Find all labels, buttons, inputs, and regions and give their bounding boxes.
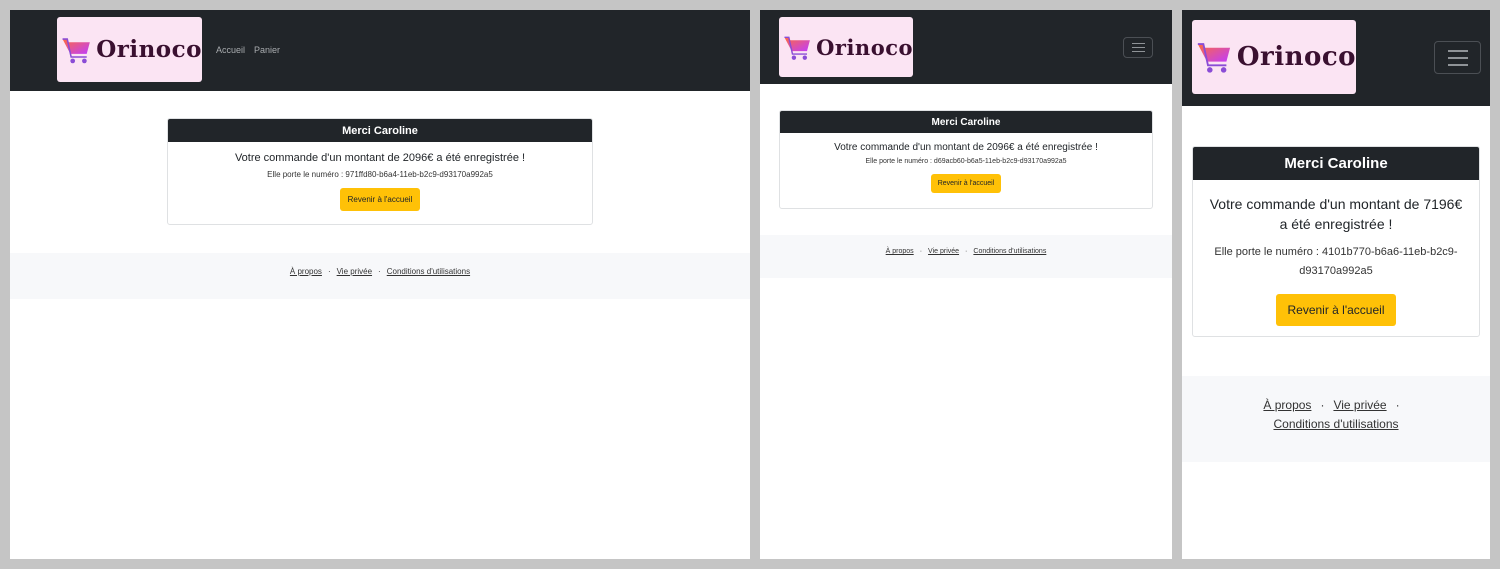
footer-link-a-propos[interactable]: À propos bbox=[290, 267, 322, 276]
footer-link-a-propos[interactable]: À propos bbox=[1263, 396, 1311, 415]
footer-link-a-propos[interactable]: À propos bbox=[886, 248, 914, 255]
order-amount-message: Votre commande d'un montant de 7196€ a é… bbox=[1209, 196, 1463, 232]
navbar: Orinoco bbox=[760, 10, 1172, 84]
footer-link-vie-privee[interactable]: Vie privée bbox=[337, 267, 372, 276]
nav-links: Accueil Panier bbox=[216, 45, 280, 55]
desktop-view: Orinoco Accueil Panier Merci Caroline Vo… bbox=[10, 10, 750, 559]
card-header: Merci Caroline bbox=[1193, 147, 1479, 180]
brand-name: Orinoco bbox=[816, 34, 913, 60]
shopping-cart-icon bbox=[62, 37, 90, 63]
order-confirmation-card: Merci Caroline Votre commande d'un monta… bbox=[779, 110, 1153, 209]
footer: À propos · Vie privée · Conditions d'uti… bbox=[1182, 376, 1490, 462]
brand-logo[interactable]: Orinoco bbox=[779, 17, 913, 77]
navbar: Orinoco Accueil Panier bbox=[10, 10, 750, 91]
order-number: Elle porte le numéro : 4101b770-b6a6-11e… bbox=[1214, 246, 1458, 277]
shopping-cart-icon bbox=[784, 36, 810, 60]
order-number: Elle porte le numéro : d69acb60-b6a5-11e… bbox=[865, 158, 1067, 165]
card-header: Merci Caroline bbox=[780, 111, 1152, 133]
footer-separator: · bbox=[327, 267, 331, 276]
back-home-button[interactable]: Revenir à l'accueil bbox=[930, 174, 1002, 193]
order-confirmation-card: Merci Caroline Votre commande d'un monta… bbox=[167, 118, 593, 225]
footer-link-vie-privee[interactable]: Vie privée bbox=[928, 248, 959, 255]
tablet-view: Orinoco Merci Caroline Votre commande d'… bbox=[760, 10, 1172, 559]
footer-separator: · bbox=[1320, 398, 1325, 412]
hamburger-menu-icon[interactable] bbox=[1434, 41, 1481, 74]
back-home-button[interactable]: Revenir à l'accueil bbox=[1276, 294, 1396, 326]
brand-logo[interactable]: Orinoco bbox=[57, 17, 202, 82]
navbar: Orinoco bbox=[1182, 10, 1490, 106]
brand-name: Orinoco bbox=[96, 36, 202, 63]
card-header: Merci Caroline bbox=[168, 119, 592, 142]
footer: À propos · Vie privée · Conditions d'uti… bbox=[760, 235, 1172, 278]
brand-name: Orinoco bbox=[1236, 42, 1356, 72]
shopping-cart-icon bbox=[1197, 43, 1231, 73]
footer-link-conditions[interactable]: Conditions d'utilisations bbox=[387, 267, 470, 276]
footer: À propos · Vie privée · Conditions d'uti… bbox=[10, 253, 750, 299]
footer-separator: · bbox=[1395, 398, 1400, 412]
order-amount-message: Votre commande d'un montant de 2096€ a é… bbox=[234, 152, 526, 164]
back-home-button[interactable]: Revenir à l'accueil bbox=[339, 188, 421, 211]
brand-logo[interactable]: Orinoco bbox=[1192, 20, 1356, 94]
order-confirmation-card: Merci Caroline Votre commande d'un monta… bbox=[1192, 146, 1480, 337]
footer-link-vie-privee[interactable]: Vie privée bbox=[1333, 396, 1386, 415]
footer-link-conditions[interactable]: Conditions d'utilisations bbox=[973, 248, 1046, 255]
footer-separator: · bbox=[919, 248, 923, 255]
order-amount-message: Votre commande d'un montant de 2096€ a é… bbox=[834, 142, 1098, 153]
hamburger-menu-icon[interactable] bbox=[1123, 37, 1153, 58]
mobile-view: Orinoco Merci Caroline Votre commande d'… bbox=[1182, 10, 1490, 559]
footer-separator: · bbox=[965, 248, 968, 255]
footer-link-conditions[interactable]: Conditions d'utilisations bbox=[1273, 415, 1398, 434]
order-number: Elle porte le numéro : 971ffd80-b6a4-11e… bbox=[267, 170, 493, 179]
footer-separator: · bbox=[378, 267, 381, 276]
nav-link-accueil[interactable]: Accueil bbox=[216, 45, 245, 55]
nav-link-panier[interactable]: Panier bbox=[254, 45, 280, 55]
